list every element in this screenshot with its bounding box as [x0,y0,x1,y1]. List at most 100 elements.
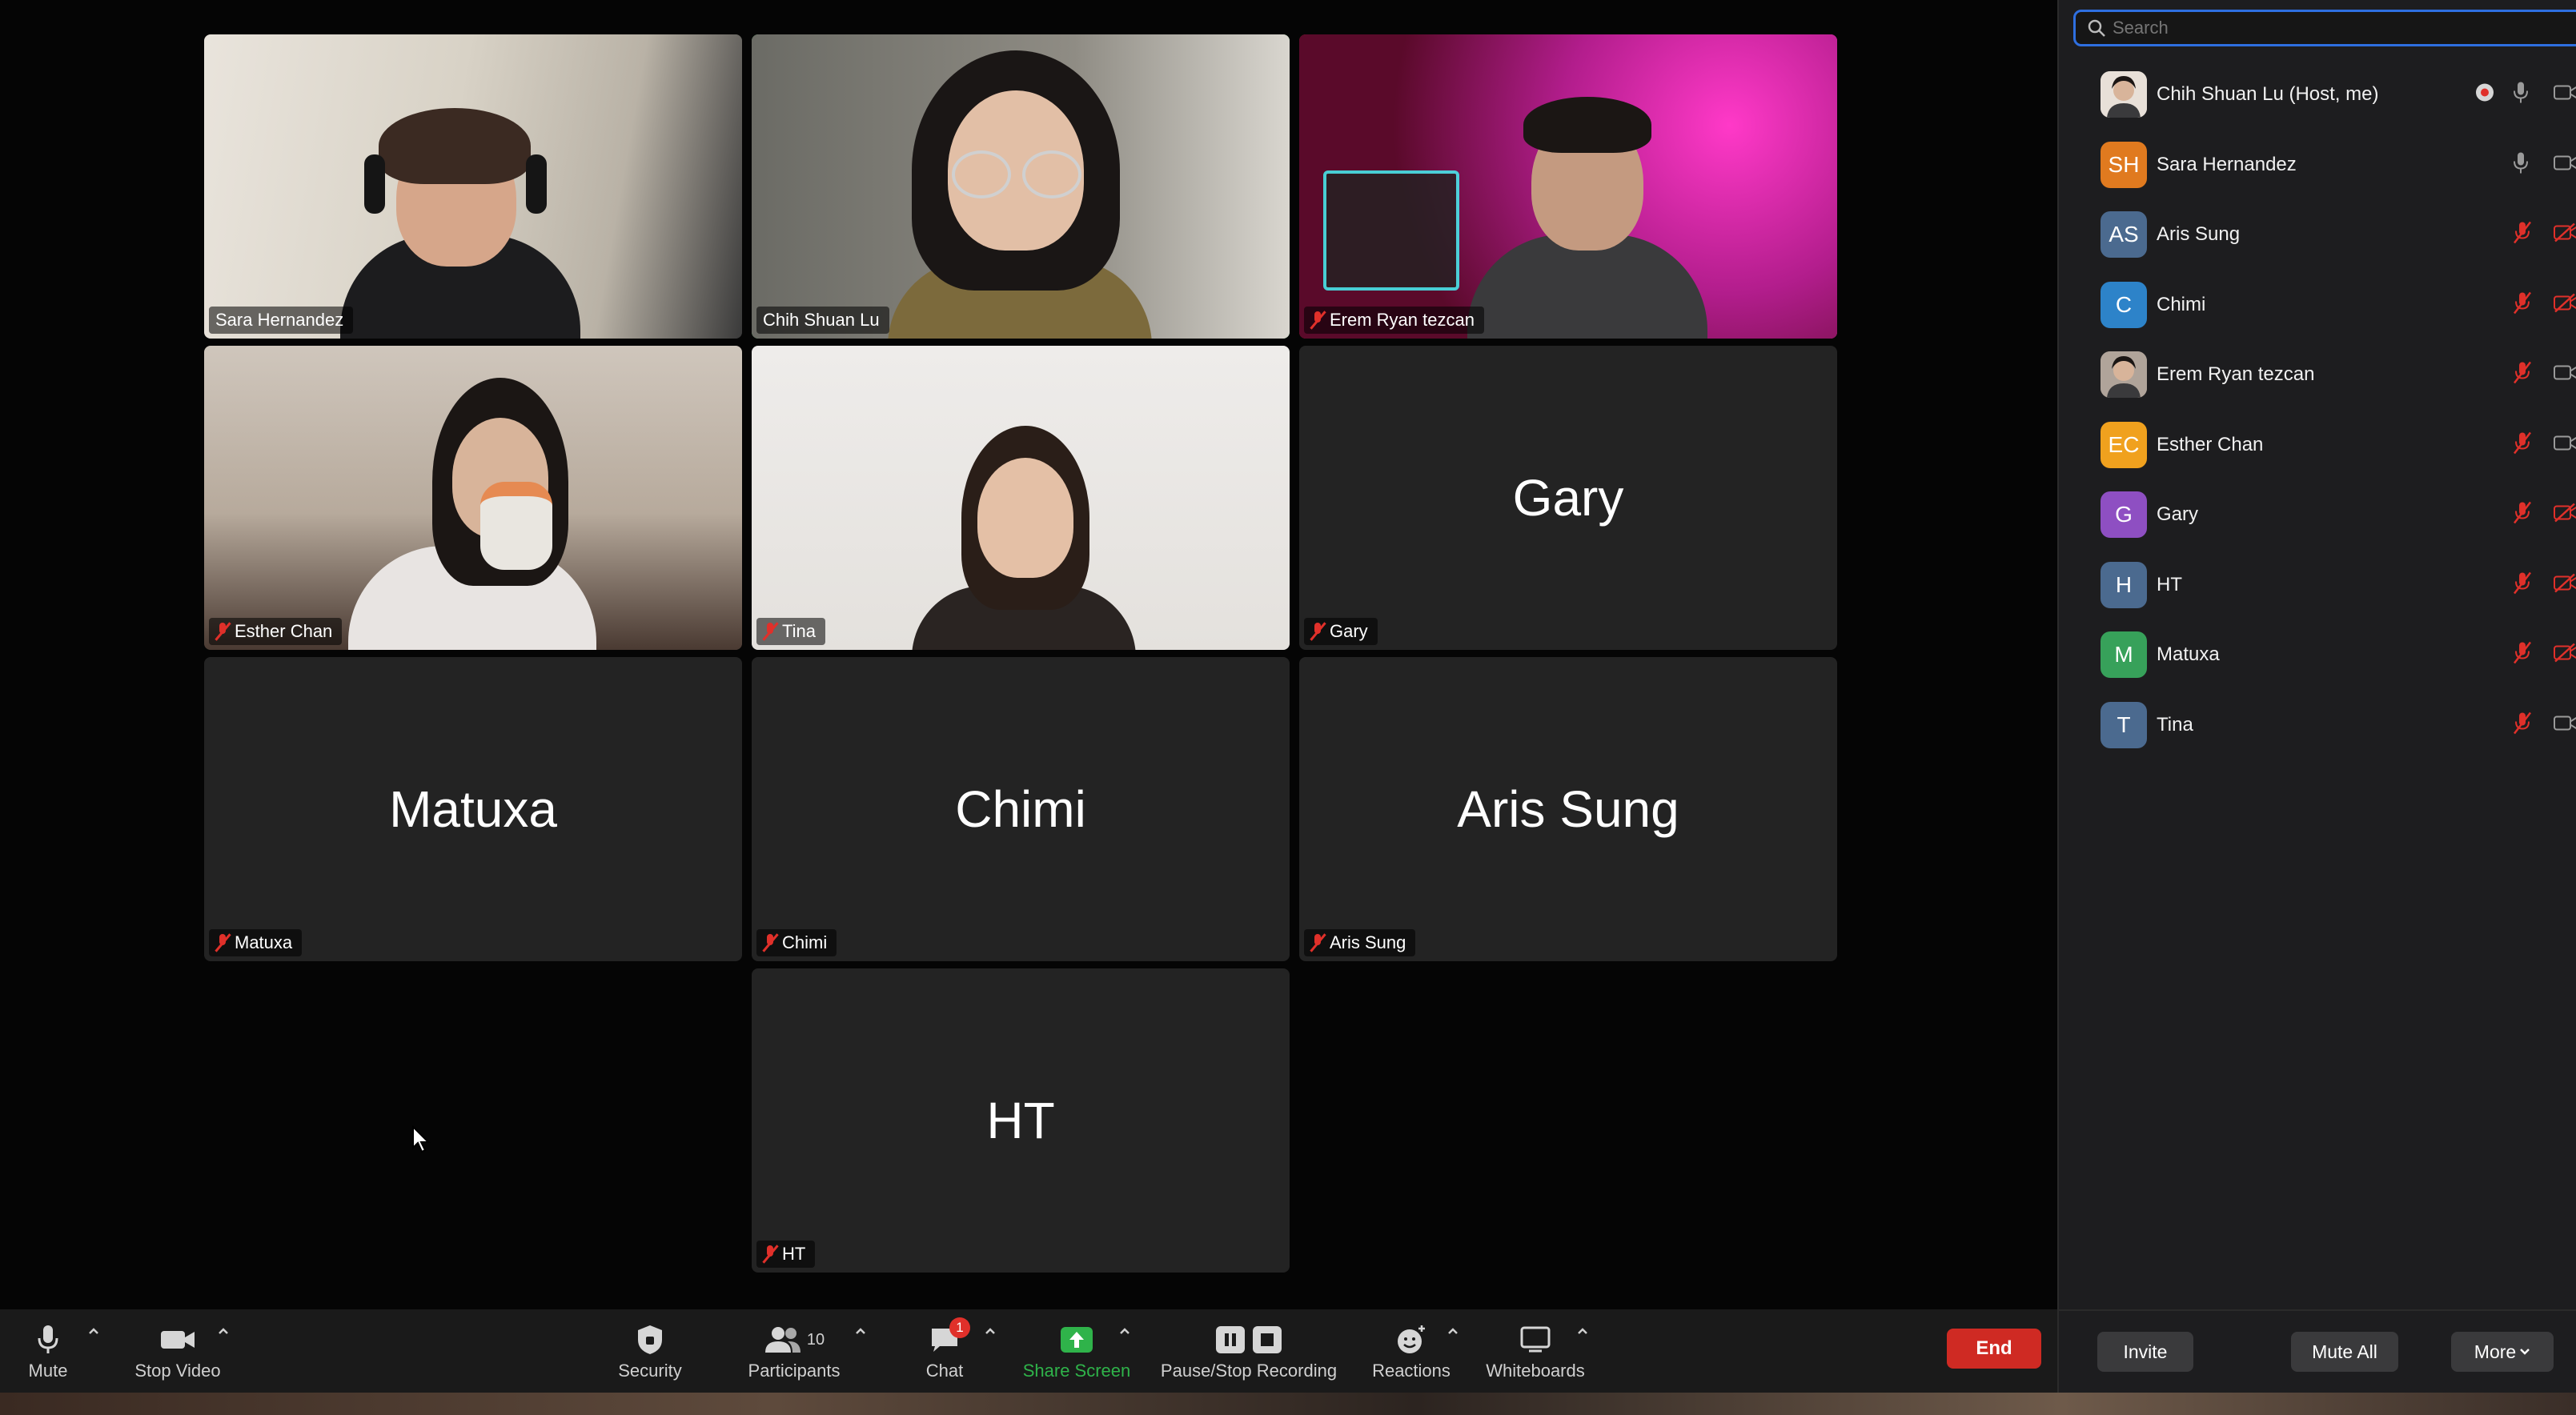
participants-options-chevron-icon[interactable] [855,1327,866,1338]
video-tile-tina[interactable]: Tina [752,346,1290,650]
video-camera-icon[interactable] [2554,714,2576,736]
video-off-icon[interactable] [2554,503,2576,527]
tile-display-name: Gary [1512,469,1624,527]
invite-button[interactable]: Invite [2097,1332,2193,1372]
muted-microphone-icon[interactable] [2512,361,2533,389]
chat-bubble-icon: 1 [929,1317,970,1357]
end-meeting-button[interactable]: End [1947,1329,2041,1369]
muted-microphone-icon[interactable] [2512,221,2533,249]
participant-row[interactable]: AS Aris Sung [2059,200,2576,269]
participant-row[interactable]: T Tina [2059,691,2576,760]
muted-microphone-icon[interactable] [2512,641,2533,669]
more-button[interactable]: More [2451,1332,2554,1372]
mute-label: Mute [28,1361,68,1381]
mute-button[interactable]: Mute [22,1322,74,1386]
video-gallery: Sara Hernandez Chih Shuan Lu Erem Ryan t… [0,0,2057,1309]
video-tile-chih-active-speaker[interactable]: Chih Shuan Lu [752,34,1290,339]
muted-microphone-icon[interactable] [2512,291,2533,319]
stop-icon[interactable] [1253,1326,1282,1353]
muted-microphone-icon[interactable] [2512,501,2533,529]
video-camera-icon[interactable] [2554,154,2576,175]
video-tile-aris[interactable]: Aris Sung Aris Sung [1299,657,1837,961]
video-camera-icon[interactable] [2554,364,2576,386]
video-tile-esther[interactable]: Esther Chan [204,346,742,650]
participant-row[interactable]: Chih Shuan Lu (Host, me) [2059,60,2576,129]
avatar: C [2101,281,2147,328]
muted-microphone-icon[interactable] [2512,571,2533,599]
participant-name: Matuxa [2157,643,2220,665]
tile-name-text: Aris Sung [1330,932,1406,952]
reactions-options-chevron-icon[interactable] [1447,1327,1459,1338]
video-camera-icon[interactable] [2554,84,2576,106]
avatar: SH [2101,141,2147,188]
participants-label: Participants [748,1361,841,1381]
video-tile-gary[interactable]: Gary Gary [1299,346,1837,650]
video-tile-ht[interactable]: HT HT [752,968,1290,1273]
avatar: AS [2101,211,2147,258]
smiley-plus-icon [1395,1322,1427,1357]
video-tile-matuxa[interactable]: Matuxa Matuxa [204,657,742,961]
avatar [2101,351,2147,398]
pause-stop-recording-button[interactable]: Pause/Stop Recording [1156,1322,1342,1386]
stop-video-button[interactable]: Stop Video [128,1322,227,1386]
video-feed [204,34,742,339]
whiteboard-icon [1519,1322,1551,1357]
avatar: EC [2101,421,2147,468]
video-tile-chimi[interactable]: Chimi Chimi [752,657,1290,961]
tile-name-label: Esther Chan [209,618,343,645]
tile-name-text: Sara Hernandez [215,310,344,330]
tile-display-name: Chimi [955,780,1086,838]
security-button[interactable]: Security [610,1322,690,1386]
muted-microphone-icon[interactable] [2512,711,2533,739]
search-input[interactable] [2113,18,2561,38]
muted-microphone-icon[interactable] [2512,431,2533,459]
video-off-icon[interactable] [2554,222,2576,247]
share-options-chevron-icon[interactable] [1119,1327,1130,1338]
participants-panel-footer: Invite Mute All More [2059,1309,2576,1393]
recording-indicator-icon [2475,83,2494,106]
participant-row[interactable]: H HT [2059,551,2576,619]
participants-button[interactable]: 10 Participants [740,1322,849,1386]
participant-row[interactable]: C Chimi [2059,271,2576,339]
participants-icon: 10 [764,1322,825,1357]
microphone-icon[interactable] [2512,150,2530,178]
participant-search-field[interactable] [2073,10,2576,46]
tile-name-label: Chih Shuan Lu [756,307,889,334]
video-off-icon[interactable] [2554,573,2576,596]
whiteboards-options-chevron-icon[interactable] [1577,1327,1588,1338]
shield-icon [636,1322,664,1357]
search-icon [2087,18,2106,38]
whiteboards-label: Whiteboards [1486,1361,1585,1381]
chat-options-chevron-icon[interactable] [985,1327,996,1338]
chat-button[interactable]: 1 Chat [919,1317,970,1386]
video-options-chevron-icon[interactable] [218,1327,229,1338]
tile-name-label: HT [756,1241,816,1268]
participant-row[interactable]: SH Sara Hernandez [2059,130,2576,199]
avatar: T [2101,701,2147,748]
pause-icon[interactable] [1216,1326,1245,1353]
muted-mic-icon [763,933,777,952]
muted-mic-icon [1310,622,1325,641]
video-tile-sara[interactable]: Sara Hernandez [204,34,742,339]
participant-row[interactable]: G Gary [2059,480,2576,549]
video-off-icon[interactable] [2554,293,2576,316]
muted-mic-icon [215,622,230,641]
more-label: More [2474,1341,2517,1362]
video-tile-erem[interactable]: Erem Ryan tezcan [1299,34,1837,339]
whiteboards-button[interactable]: Whiteboards [1483,1322,1588,1386]
share-screen-label: Share Screen [1022,1361,1131,1381]
participant-row[interactable]: Erem Ryan tezcan [2059,340,2576,409]
tile-display-name: HT [986,1092,1055,1149]
mute-all-button[interactable]: Mute All [2291,1332,2398,1372]
video-off-icon[interactable] [2554,643,2576,667]
video-feed [1299,34,1837,339]
microphone-icon[interactable] [2512,81,2530,109]
muted-mic-icon [1310,933,1325,952]
participant-row[interactable]: EC Esther Chan [2059,411,2576,479]
participant-row[interactable]: M Matuxa [2059,620,2576,689]
video-feed [752,346,1290,650]
audio-options-chevron-icon[interactable] [88,1327,99,1338]
video-camera-icon[interactable] [2554,434,2576,455]
chat-unread-badge: 1 [949,1317,970,1338]
reactions-button[interactable]: Reactions [1367,1322,1455,1386]
